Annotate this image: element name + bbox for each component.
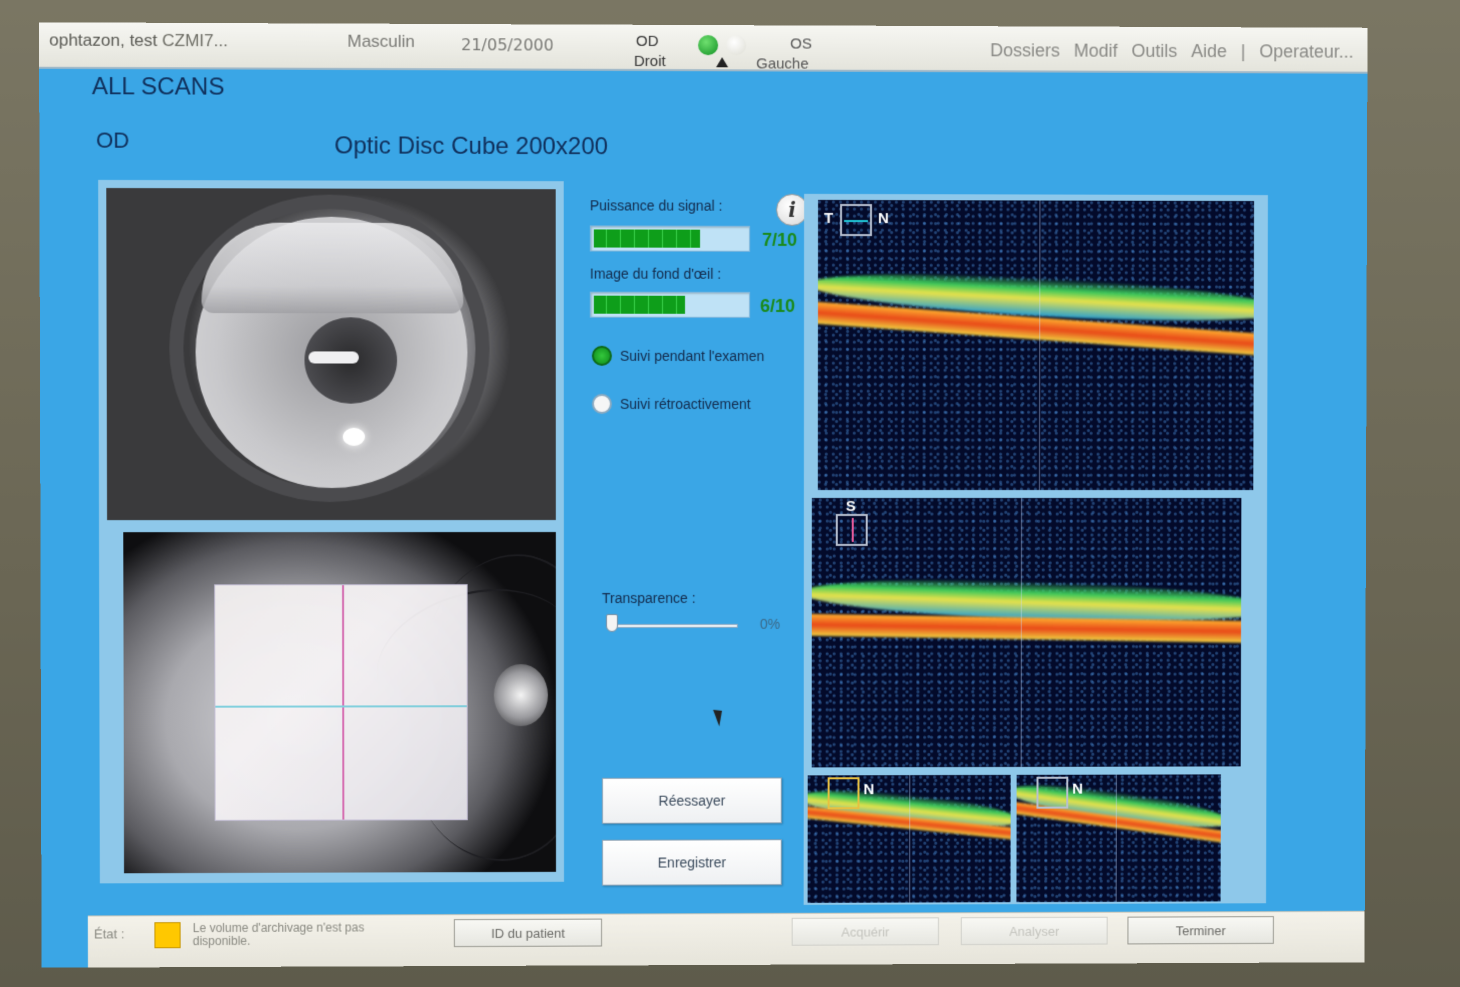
mode-title: ALL SCANS	[92, 73, 225, 102]
vertical-scan-line[interactable]	[342, 585, 344, 819]
fundus-quality-label: Image du fond d'œil :	[590, 266, 721, 282]
transparency-slider-thumb[interactable]	[606, 614, 618, 632]
patient-header-bar: ophtazon, test CZMI7... Masculin 21/05/2…	[39, 22, 1367, 73]
application-window: ophtazon, test CZMI7... Masculin 21/05/2…	[39, 22, 1367, 967]
fundus-quality-bar	[590, 292, 750, 318]
main-menu: Dossiers Modif Outils Aide | Operateur..…	[990, 40, 1354, 62]
retry-button[interactable]: Réessayer	[602, 777, 782, 823]
signal-strength-bar	[590, 225, 750, 251]
patient-info: ophtazon, test CZMI7...	[49, 30, 228, 51]
patient-id: CZMI7...	[162, 31, 228, 50]
orientation-icon	[828, 777, 860, 809]
eye-droit-label: Droit	[634, 53, 666, 70]
eye-os-label: OS	[790, 35, 812, 52]
reflection	[308, 351, 358, 363]
save-button[interactable]: Enregistrer	[602, 839, 782, 885]
menu-dossiers[interactable]: Dossiers	[990, 40, 1060, 61]
patient-dob: 21/05/2000	[461, 35, 554, 54]
menu-operateur[interactable]: Operateur...	[1259, 41, 1353, 62]
image-panel	[98, 180, 564, 883]
eye-selector[interactable]: OD Droit OS Gauche	[624, 29, 824, 70]
oct-horizontal-scan[interactable]: T N	[818, 200, 1254, 490]
horizontal-scan-line[interactable]	[215, 705, 466, 707]
selected-eye-arrow-icon	[716, 57, 728, 67]
oct-scan-panel: T N S N N	[804, 194, 1268, 905]
tracking-retro-label: Suivi rétroactivement	[620, 396, 751, 412]
left-eye-indicator-icon[interactable]	[726, 35, 746, 55]
scan-center-marker	[1039, 200, 1040, 490]
menu-separator: |	[1241, 41, 1246, 62]
menu-outils[interactable]: Outils	[1131, 41, 1177, 62]
scan-center-marker	[1116, 775, 1117, 902]
fundus-image[interactable]	[123, 532, 556, 873]
signal-strength-fill	[594, 229, 701, 247]
acquire-button[interactable]: Acquérir	[792, 917, 939, 945]
analyze-button[interactable]: Analyser	[961, 917, 1108, 945]
signal-strength-value: 7/10	[762, 230, 797, 251]
menu-aide[interactable]: Aide	[1191, 41, 1227, 62]
transparency-value: 0%	[760, 616, 780, 632]
oct-vertical-scan[interactable]: S	[812, 498, 1242, 767]
transparency-slider[interactable]	[608, 624, 738, 628]
tracking-retro-radio[interactable]	[592, 394, 612, 414]
orientation-icon	[1036, 777, 1068, 809]
reflection-spot	[343, 428, 365, 446]
scan-center-marker	[1021, 498, 1022, 767]
patient-sex: Masculin	[347, 32, 415, 52]
signal-strength-label: Puissance du signal :	[590, 197, 723, 213]
nasal-label: N	[1072, 781, 1083, 798]
eye-gauche-label: Gauche	[756, 55, 809, 72]
scan-title: Optic Disc Cube 200x200	[334, 132, 608, 161]
scan-cube-overlay[interactable]	[214, 584, 468, 821]
eye-od-label: OD	[636, 33, 659, 50]
oct-small-scan-2[interactable]: N	[1016, 774, 1220, 902]
eyelid	[201, 222, 463, 313]
fundus-quality-fill	[594, 296, 685, 314]
orientation-vertical-icon	[836, 514, 868, 546]
menu-modif[interactable]: Modif	[1074, 41, 1118, 62]
finish-button[interactable]: Terminer	[1127, 916, 1273, 944]
superior-label: S	[846, 498, 856, 515]
iris-camera-image	[106, 188, 556, 520]
patient-name: ophtazon, test	[49, 30, 157, 50]
temporal-label: T	[824, 210, 833, 227]
oct-small-scan-1[interactable]: N	[808, 775, 1011, 903]
transparency-label: Transparence :	[602, 590, 696, 606]
warning-icon	[154, 922, 180, 948]
acquisition-controls: Puissance du signal : i 7/10 Image du fo…	[584, 185, 814, 905]
right-eye-indicator-icon[interactable]	[698, 35, 718, 55]
tracking-during-label: Suivi pendant l'examen	[620, 348, 764, 364]
status-bar: État : Le volume d'archivage n'est pas d…	[88, 911, 1365, 968]
optic-disc	[494, 664, 548, 726]
fundus-quality-value: 6/10	[760, 296, 795, 317]
scan-center-marker	[909, 775, 910, 902]
patient-id-button[interactable]: ID du patient	[454, 919, 602, 947]
nasal-label: N	[878, 210, 889, 227]
eye-label: OD	[96, 127, 129, 153]
state-label: État :	[94, 926, 125, 941]
orientation-horizontal-icon	[840, 204, 872, 236]
nasal-label: N	[863, 781, 874, 798]
status-message: Le volume d'archivage n'est pas disponib…	[193, 921, 394, 948]
tracking-during-radio[interactable]	[592, 346, 612, 366]
